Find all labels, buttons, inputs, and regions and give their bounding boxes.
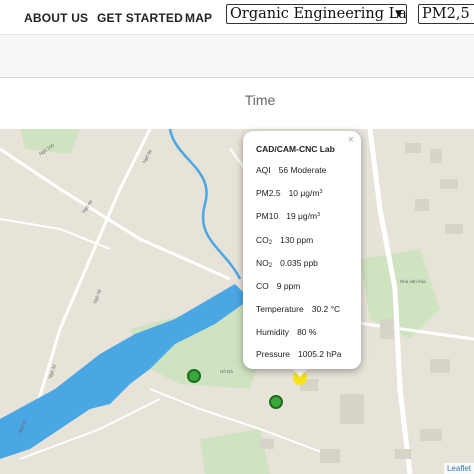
temperature-row: Temperature 30.2 °C <box>256 304 340 314</box>
parameter-select[interactable]: PM2,5 <box>418 4 474 24</box>
marker-green-station[interactable] <box>187 369 201 383</box>
co2-value: 130 ppm <box>280 235 314 245</box>
popup-title: CAD/CAM-CNC Lab <box>256 144 335 154</box>
pressure-value: 1005.2 hPa <box>298 349 342 359</box>
pm25-label: PM2.5 <box>256 188 281 198</box>
building <box>430 149 442 163</box>
co-row: CO 9 ppm <box>256 281 300 291</box>
no2-label: NO2 <box>256 258 273 269</box>
road <box>0 218 111 250</box>
parameter-select-value: PM2,5 <box>422 6 470 22</box>
nav-map[interactable]: MAP <box>185 11 212 25</box>
no2-value: 0.035 ppb <box>280 258 318 268</box>
site-select-value: Organic Engineering Lab <box>230 6 407 22</box>
map-tiles <box>0 129 474 474</box>
pressure-row: Pressure 1005.2 hPa <box>256 349 342 359</box>
co-value: 9 ppm <box>276 281 301 291</box>
pm25-row: PM2.5 10 μg/m3 <box>256 188 323 198</box>
chevron-down-icon: ▼ <box>395 9 402 19</box>
building <box>380 319 394 339</box>
station-popup: × CAD/CAM-CNC Lab AQI 56 Moderate PM2.5 10… <box>243 131 361 369</box>
aqi-row: AQI 56 Moderate <box>256 165 326 175</box>
no2-row: NO2 0.035 ppb <box>256 258 318 269</box>
marker-green-station[interactable] <box>269 395 283 409</box>
humidity-label: Humidity <box>256 327 290 337</box>
co2-label: CO2 <box>256 235 273 246</box>
building <box>405 143 421 153</box>
map-label: Nhà văn hóa <box>400 279 426 284</box>
close-icon[interactable]: × <box>348 134 354 146</box>
pm10-label: PM10 <box>256 211 279 221</box>
co-label: CO <box>256 281 269 291</box>
nav-get-started[interactable]: GET STARTED <box>97 11 183 25</box>
temperature-value: 30.2 °C <box>311 304 341 314</box>
humidity-value: 80 % <box>297 327 317 337</box>
building <box>320 449 340 463</box>
map-view[interactable]: Ngõ 100 Ngõ 99 Ngõ 44 Ngõ 32 Ngõ 48 Ngõ … <box>0 129 474 474</box>
map-label: Hồ Đá <box>220 369 233 374</box>
navbar: ABOUT US GET STARTED MAP Organic Enginee… <box>0 0 474 34</box>
building <box>440 179 458 189</box>
time-label: Time <box>244 92 276 108</box>
building <box>340 394 364 424</box>
building <box>445 224 463 234</box>
pm25-value: 10 μg/m3 <box>288 188 323 198</box>
pressure-label: Pressure <box>256 349 291 359</box>
pm10-value: 19 μg/m3 <box>286 211 321 221</box>
aqi-value: 56 Moderate <box>278 165 327 175</box>
aqi-label: AQI <box>256 165 271 175</box>
building <box>415 199 429 211</box>
park-area <box>20 129 80 154</box>
toolbar-band <box>0 34 474 78</box>
temperature-label: Temperature <box>256 304 304 314</box>
building <box>260 439 274 449</box>
pm10-row: PM10 19 μg/m3 <box>256 211 320 221</box>
building <box>420 429 442 441</box>
attribution-link[interactable]: Leaflet <box>443 463 474 474</box>
humidity-row: Humidity 80 % <box>256 327 316 337</box>
building <box>430 359 450 373</box>
park-area <box>200 429 270 474</box>
building <box>395 449 411 459</box>
site-select[interactable]: Organic Engineering Lab ▼ <box>226 4 407 24</box>
co2-row: CO2 130 ppm <box>256 235 313 246</box>
nav-about-us[interactable]: ABOUT US <box>24 11 88 25</box>
